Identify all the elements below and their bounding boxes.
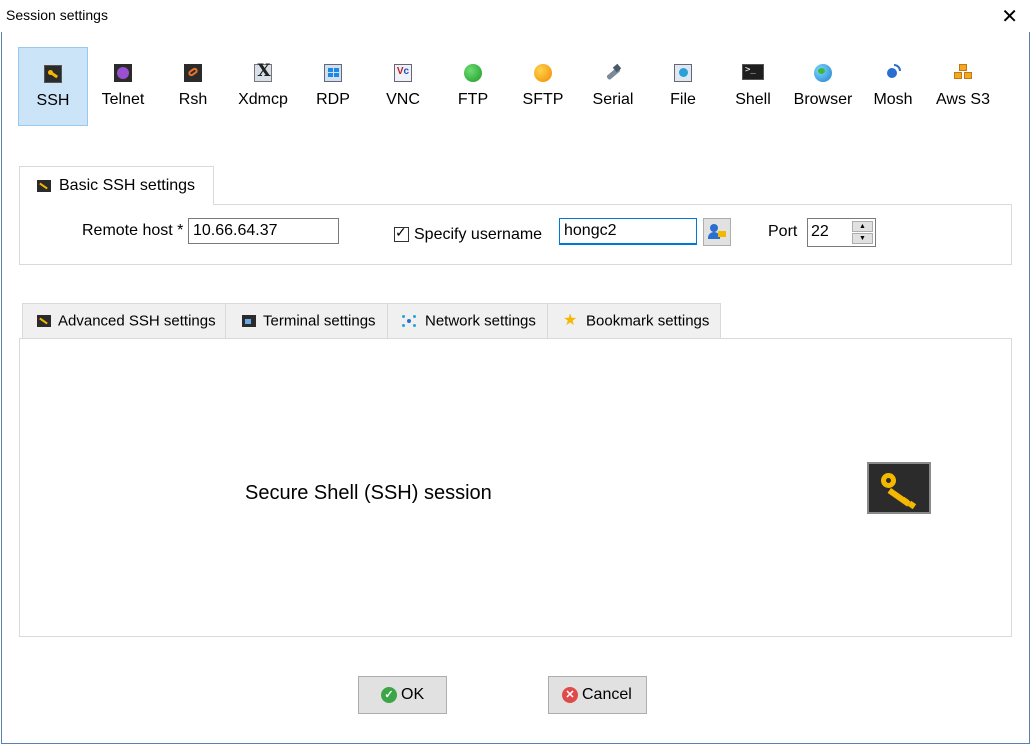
session-type-aws-s3[interactable]: Aws S3 — [928, 47, 998, 126]
rsh-icon — [184, 64, 202, 82]
session-type-rdp[interactable]: RDP — [298, 47, 368, 126]
spin-up-icon[interactable]: ▲ — [852, 221, 873, 232]
window-title: Session settings — [6, 7, 108, 23]
ssh-key-icon — [37, 180, 51, 192]
session-type-label: Browser — [793, 91, 853, 108]
tab-label: Terminal settings — [263, 312, 376, 330]
session-type-label: VNC — [386, 91, 420, 108]
session-type-label: Rsh — [178, 91, 208, 108]
close-icon[interactable]: ✕ — [1001, 4, 1018, 29]
cancel-label: Cancel — [582, 686, 632, 703]
mosh-antenna-icon — [884, 64, 902, 82]
spin-down-icon[interactable]: ▼ — [852, 233, 873, 244]
terminal-icon — [242, 315, 256, 327]
session-type-label: Serial — [592, 91, 634, 108]
session-type-label: Telnet — [101, 91, 145, 108]
tab-label: Network settings — [425, 312, 536, 330]
user-manager-button[interactable] — [703, 218, 731, 246]
ssh-key-icon — [44, 65, 62, 83]
session-type-label: RDP — [316, 91, 350, 108]
cancel-button[interactable]: ✕ Cancel — [548, 676, 647, 714]
checkmark-icon: ✓ — [395, 224, 407, 240]
session-type-sftp[interactable]: SFTP — [508, 47, 578, 126]
remote-host-label: Remote host * — [82, 222, 184, 239]
session-type-label: File — [670, 91, 696, 108]
ssh-key-icon — [867, 462, 931, 514]
session-type-file[interactable]: File — [648, 47, 718, 126]
tab-terminal-settings[interactable]: Terminal settings — [225, 303, 388, 339]
tab-label: Advanced SSH settings — [58, 312, 216, 330]
serial-plug-icon — [604, 63, 622, 82]
session-type-telnet[interactable]: Telnet — [88, 47, 158, 126]
session-type-bar: SSH Telnet Rsh X Xdmcp RDP Vc VNC FTP SF… — [18, 47, 1018, 127]
session-content-panel — [19, 338, 1012, 637]
sftp-globe-icon — [534, 64, 552, 82]
file-monitor-icon — [674, 64, 692, 82]
session-type-rsh[interactable]: Rsh — [158, 47, 228, 126]
session-type-label: SSH — [36, 92, 70, 109]
aws-s3-cubes-icon — [954, 64, 972, 82]
session-type-label: Aws S3 — [936, 91, 990, 108]
session-type-vnc[interactable]: Vc VNC — [368, 47, 438, 126]
specify-username-label: Specify username — [414, 226, 543, 243]
user-icon — [710, 224, 718, 232]
check-icon: ✓ — [381, 687, 397, 703]
session-type-label: FTP — [457, 91, 489, 108]
title-bar: Session settings ✕ — [0, 0, 1032, 32]
session-type-ssh[interactable]: SSH — [18, 47, 88, 126]
tab-bookmark-settings[interactable]: ★ Bookmark settings — [547, 303, 721, 339]
tab-network-settings[interactable]: Network settings — [387, 303, 548, 339]
remote-host-input[interactable] — [188, 218, 339, 244]
session-type-xdmcp[interactable]: X Xdmcp — [228, 47, 298, 126]
star-icon: ★ — [563, 312, 578, 329]
session-type-shell[interactable]: >_ Shell — [718, 47, 788, 126]
browser-globe-icon — [814, 64, 832, 82]
xdmcp-icon: X — [254, 61, 272, 82]
ssh-key-icon — [37, 315, 51, 327]
vnc-icon: Vc — [394, 64, 412, 82]
network-icon — [402, 315, 416, 327]
tab-basic-ssh-settings[interactable]: Basic SSH settings — [19, 166, 214, 205]
session-type-label: Shell — [735, 91, 771, 108]
port-value[interactable]: 22 — [811, 223, 829, 241]
session-type-serial[interactable]: Serial — [578, 47, 648, 126]
ftp-globe-icon — [464, 64, 482, 82]
telnet-icon — [114, 64, 132, 82]
ok-button[interactable]: ✓ OK — [358, 676, 447, 714]
port-spinbox[interactable]: 22 ▲ ▼ — [807, 218, 876, 247]
session-type-mosh[interactable]: Mosh — [858, 47, 928, 126]
session-type-label: Mosh — [873, 91, 913, 108]
rdp-icon — [324, 64, 342, 82]
session-description: Secure Shell (SSH) session — [245, 482, 492, 504]
session-type-browser[interactable]: Browser — [788, 47, 858, 126]
session-type-label: SFTP — [522, 91, 564, 108]
session-type-ftp[interactable]: FTP — [438, 47, 508, 126]
username-input[interactable] — [559, 218, 697, 245]
cancel-icon: ✕ — [562, 687, 578, 703]
ok-label: OK — [401, 686, 425, 703]
tab-label: Bookmark settings — [586, 312, 710, 330]
port-label: Port — [768, 223, 798, 240]
session-type-label: Xdmcp — [238, 91, 288, 108]
shell-terminal-icon: >_ — [742, 64, 764, 80]
tab-advanced-ssh-settings[interactable]: Advanced SSH settings — [22, 303, 226, 339]
specify-username-checkbox[interactable]: ✓ — [394, 224, 409, 242]
tab-label: Basic SSH settings — [59, 177, 196, 194]
